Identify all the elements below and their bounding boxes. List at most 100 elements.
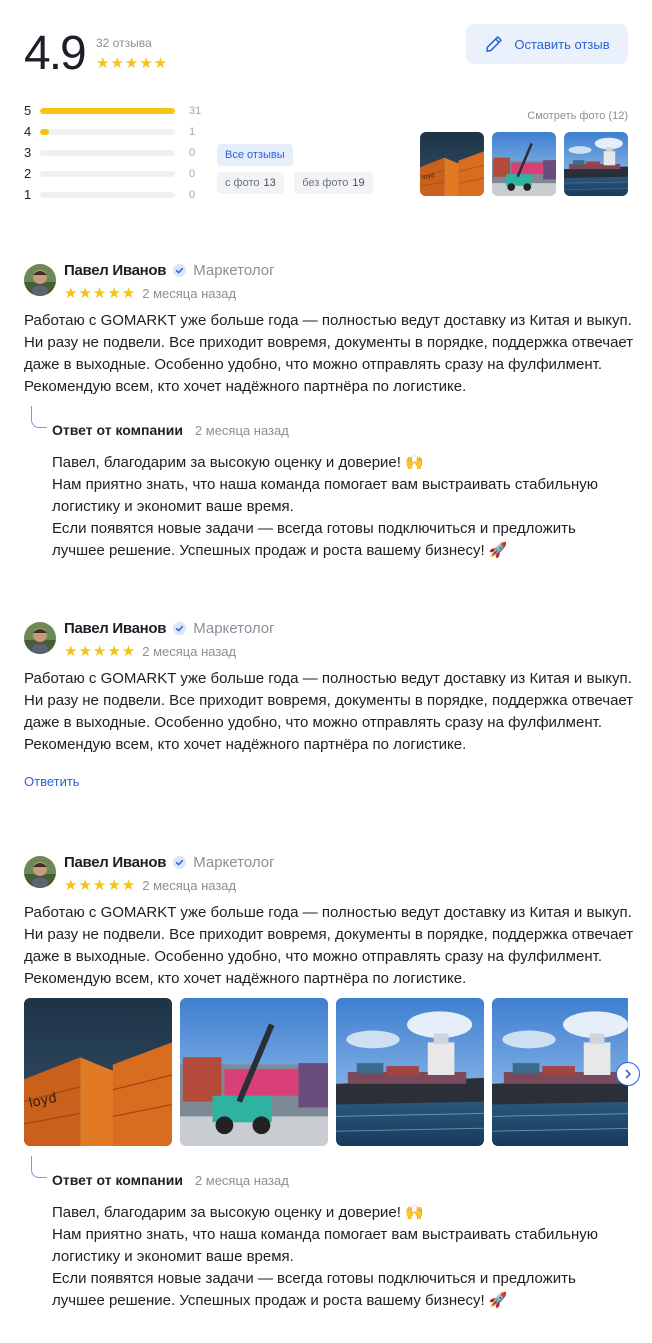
chevron-right-icon	[625, 1069, 631, 1079]
reply-connector	[31, 1156, 47, 1178]
review-card: Павел Иванов Маркетолог ★★★★★ 2 месяца н…	[24, 854, 633, 996]
avatar	[24, 264, 56, 296]
distribution-count: 0	[189, 188, 196, 201]
photo-thumbnails	[420, 132, 628, 196]
review-stars: ★★★★★	[64, 285, 137, 302]
distribution-bar	[40, 170, 175, 177]
distribution-row: 5 31	[24, 100, 204, 121]
review-photo[interactable]	[336, 998, 484, 1146]
review-meta: ★★★★★ 2 месяца назад	[64, 876, 236, 894]
distribution-bar	[40, 128, 175, 135]
reply-date: 2 месяца назад	[194, 423, 289, 438]
review-meta: ★★★★★ 2 месяца назад	[64, 284, 236, 302]
distribution-fill	[40, 107, 175, 114]
distribution-stars: 1	[24, 187, 32, 202]
author-role: Маркетолог	[193, 854, 275, 871]
reply-line: Павел, благодарим за высокую оценку и до…	[52, 454, 424, 471]
see-photos-link[interactable]: Смотреть фото (12)	[527, 110, 628, 122]
distribution-row: 1 0	[24, 184, 204, 205]
filter-all-reviews[interactable]: Все отзывы	[217, 144, 293, 166]
filter-with-photo-label: с фото	[225, 177, 260, 189]
distribution-stars: 2	[24, 166, 32, 181]
distribution-bar	[40, 107, 175, 114]
review-stars: ★★★★★	[64, 643, 137, 660]
reply-line: лучшее решение. Успешных продаж и роста …	[52, 542, 508, 559]
distribution-row: 4 1	[24, 121, 204, 142]
pencil-icon	[486, 36, 503, 52]
photo-thumbnail[interactable]	[420, 132, 484, 196]
leave-review-button[interactable]: Оставить отзыв	[466, 24, 628, 64]
reply-text: Павел, благодарим за высокую оценку и до…	[52, 1202, 622, 1312]
reply-line: Павел, благодарим за высокую оценку и до…	[52, 1204, 424, 1221]
photo-thumbnail[interactable]	[564, 132, 628, 196]
review-text: Работаю с GOMARKT уже больше года — полн…	[24, 904, 634, 987]
review-date: 2 месяца назад	[142, 643, 237, 659]
distribution-row: 2 0	[24, 163, 204, 184]
filter-without-photo[interactable]: без фото 19	[294, 172, 373, 194]
distribution-stars: 3	[24, 145, 32, 160]
filter-with-photo[interactable]: с фото 13	[217, 172, 284, 194]
distribution-count: 0	[189, 146, 196, 159]
review-date: 2 месяца назад	[142, 285, 237, 301]
review-photo[interactable]	[492, 998, 628, 1146]
gallery-next-button[interactable]	[616, 1062, 640, 1086]
rating-distribution: 5 31 4 1 3 0 2 0 1 0	[24, 100, 204, 205]
review-count: 32 отзыва	[96, 36, 152, 50]
distribution-bar	[40, 149, 175, 156]
reply-line: Если появятся новые задачи — всегда гото…	[52, 520, 576, 537]
reply-header: Ответ от компании 2 месяца назад	[52, 1172, 289, 1188]
review-author: Павел Иванов Маркетолог	[64, 854, 275, 871]
leave-review-label: Оставить отзыв	[514, 36, 610, 52]
reply-title: Ответ от компании	[52, 1172, 183, 1188]
distribution-count: 0	[189, 167, 196, 180]
reply-title: Ответ от компании	[52, 422, 183, 438]
avatar	[24, 856, 56, 888]
author-name: Павел Иванов	[64, 262, 167, 279]
author-role: Маркетолог	[193, 262, 275, 279]
filter-without-photo-label: без фото	[302, 177, 349, 189]
review-card: Павел Иванов Маркетолог ★★★★★ 2 месяца н…	[24, 620, 633, 762]
reply-text: Павел, благодарим за высокую оценку и до…	[52, 452, 622, 562]
review-card: Павел Иванов Маркетолог ★★★★★ 2 месяца н…	[24, 262, 633, 564]
distribution-stars: 4	[24, 124, 32, 139]
distribution-count: 1	[189, 125, 196, 138]
verified-icon	[173, 621, 187, 636]
distribution-row: 3 0	[24, 142, 204, 163]
rating-summary: 4.9 32 отзыва ★★★★★ Оставить отзыв 5 3 1 …	[24, 24, 628, 204]
author-role: Маркетолог	[193, 620, 275, 637]
reply-connector	[31, 406, 47, 428]
verified-icon	[173, 263, 187, 278]
distribution-bar	[40, 191, 175, 198]
filter-without-photo-count: 19	[352, 177, 365, 189]
review-text: Работаю с GOMARKT уже больше года — полн…	[24, 670, 634, 753]
reply-header: Ответ от компании 2 месяца назад	[52, 422, 289, 438]
reply-line: лучшее решение. Успешных продаж и роста …	[52, 1292, 508, 1309]
verified-icon	[173, 855, 187, 870]
reply-line: Нам приятно знать, что наша команда помо…	[52, 1226, 599, 1243]
reply-line: логистику и экономит ваше время.	[52, 1248, 294, 1265]
reply-line: Нам приятно знать, что наша команда помо…	[52, 476, 599, 493]
author-name: Павел Иванов	[64, 854, 167, 871]
review-text: Работаю с GOMARKT уже больше года — полн…	[24, 312, 634, 395]
review-stars: ★★★★★	[64, 877, 137, 894]
review-date: 2 месяца назад	[142, 877, 237, 893]
reply-line: Если появятся новые задачи — всегда гото…	[52, 1270, 576, 1287]
average-stars: ★★★★★	[96, 55, 169, 72]
distribution-fill	[40, 128, 50, 135]
review-photo[interactable]	[24, 998, 172, 1146]
filter-with-photo-count: 13	[263, 177, 276, 189]
reply-line: логистику и экономит ваше время.	[52, 498, 294, 515]
average-rating: 4.9	[24, 27, 87, 80]
author-name: Павел Иванов	[64, 620, 167, 637]
reply-button[interactable]: Ответить	[24, 774, 80, 789]
review-meta: ★★★★★ 2 месяца назад	[64, 642, 236, 660]
review-filters: Все отзывы с фото 13 без фото 19	[217, 144, 379, 194]
avatar	[24, 622, 56, 654]
reply-date: 2 месяца назад	[194, 1173, 289, 1188]
review-photo[interactable]	[180, 998, 328, 1146]
review-photo-gallery	[24, 998, 628, 1146]
photo-thumbnail[interactable]	[492, 132, 556, 196]
review-author: Павел Иванов Маркетолог	[64, 620, 275, 637]
distribution-stars: 5	[24, 103, 32, 118]
review-author: Павел Иванов Маркетолог	[64, 262, 275, 279]
